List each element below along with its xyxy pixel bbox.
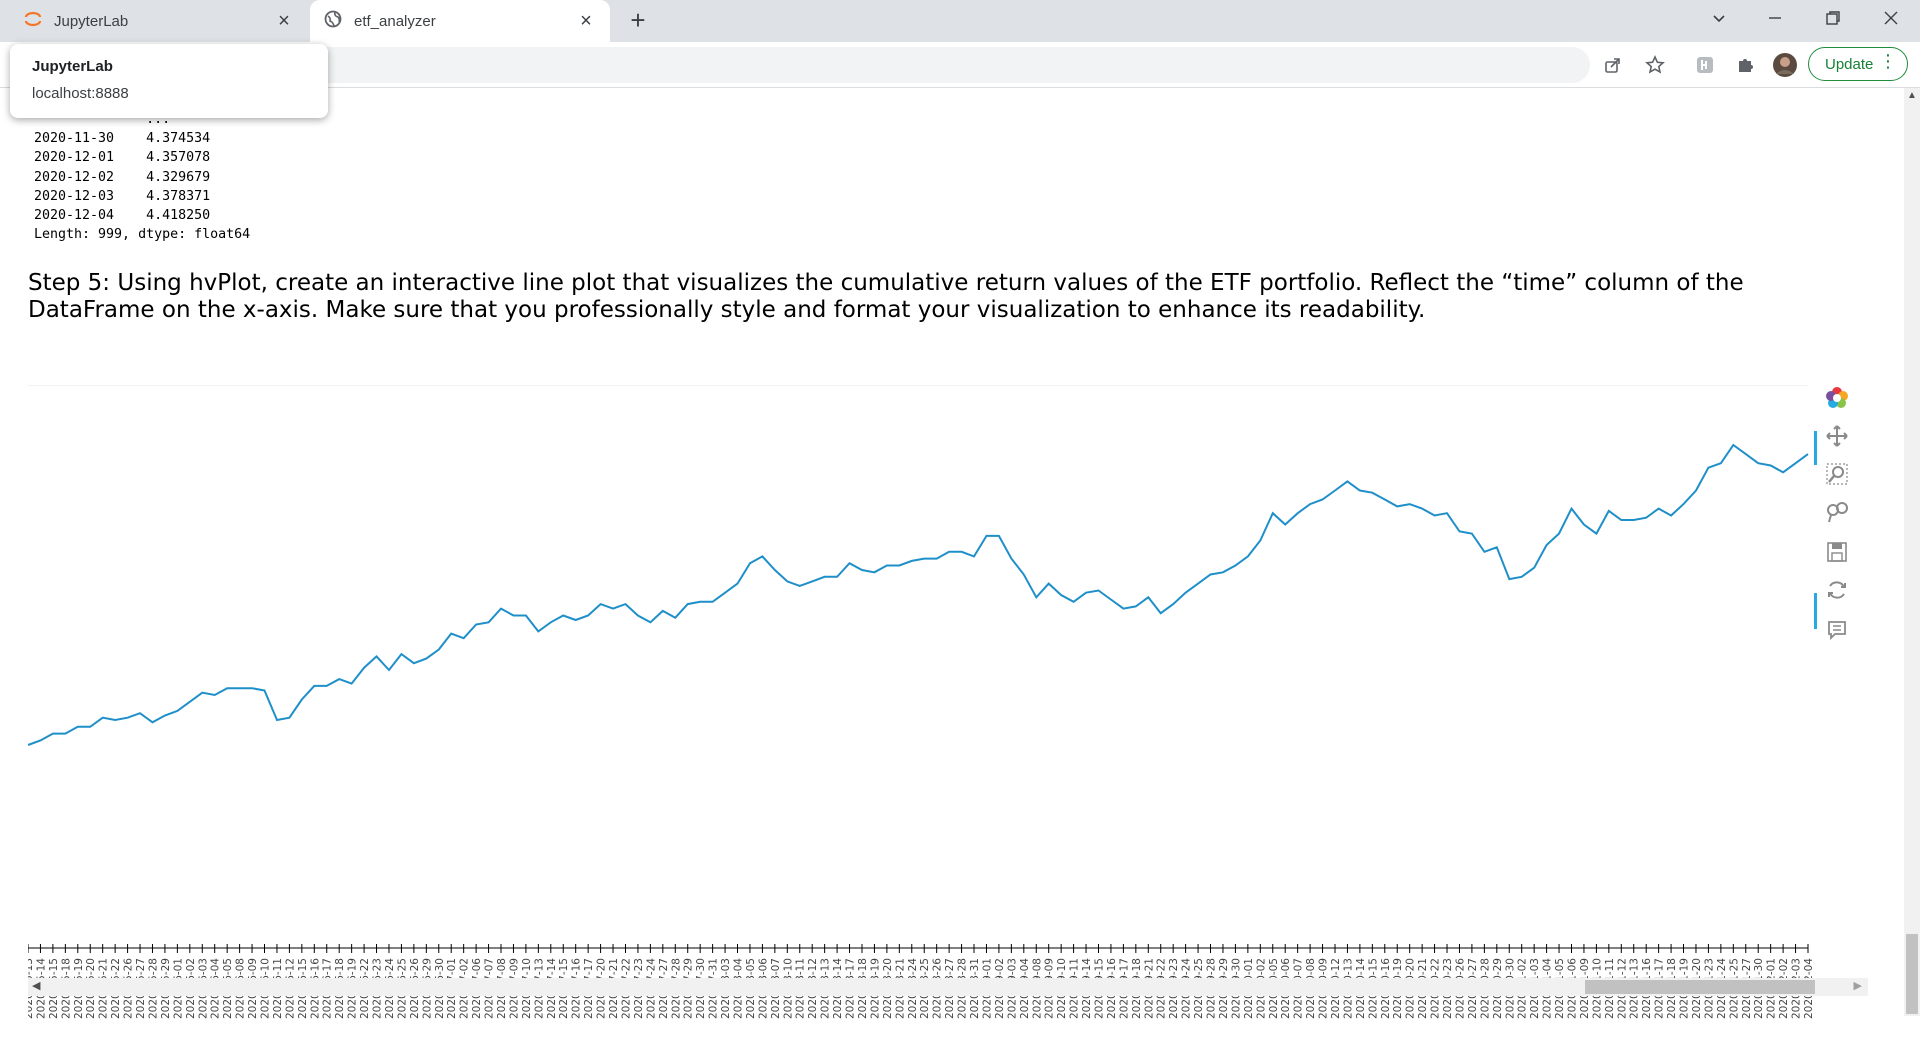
- close-window-icon[interactable]: [1876, 6, 1906, 34]
- box-zoom-icon[interactable]: [1822, 459, 1852, 489]
- restore-icon[interactable]: [1818, 6, 1848, 34]
- tooltip-url: localhost:8888: [32, 85, 129, 102]
- tab-etf-analyzer[interactable]: etf_analyzer ×: [310, 0, 610, 42]
- scroll-left-icon[interactable]: ◀: [32, 979, 40, 992]
- reset-icon[interactable]: [1822, 575, 1852, 605]
- extension-icon[interactable]: [1692, 52, 1718, 78]
- output-line: Length: 999, dtype: float64: [34, 227, 251, 243]
- output-line: 2020-11-30 4.374534: [34, 131, 211, 147]
- puzzle-extensions-icon[interactable]: [1732, 52, 1758, 78]
- vertical-scrollbar[interactable]: ▲: [1904, 88, 1920, 1016]
- close-icon[interactable]: ×: [274, 11, 294, 31]
- hvplot-line-chart[interactable]: 2020-05-132020-05-142020-05-152020-05-18…: [28, 385, 1818, 1045]
- horizontal-scrollbar[interactable]: ◀ ▶: [28, 978, 1868, 996]
- tab-jupyterlab[interactable]: JupyterLab ×: [8, 0, 308, 42]
- tab-title: JupyterLab: [54, 12, 129, 30]
- active-tool-indicator: [1814, 593, 1817, 629]
- kebab-menu-icon[interactable]: ⋮: [1879, 51, 1897, 72]
- scroll-right-icon[interactable]: ▶: [1854, 979, 1862, 992]
- tab-bar: JupyterLab × etf_analyzer × +: [0, 0, 1920, 42]
- output-line: 2020-12-01 4.357078: [34, 150, 211, 166]
- save-icon[interactable]: [1822, 537, 1852, 567]
- output-line: 2020-12-04 4.418250: [34, 208, 211, 224]
- step-heading: Step 5: Using hvPlot, create an interact…: [28, 270, 1744, 323]
- globe-icon: [324, 10, 342, 32]
- tab-title: etf_analyzer: [354, 12, 436, 30]
- tooltip-title: JupyterLab: [32, 58, 113, 75]
- address-bar[interactable]: [120, 47, 1590, 83]
- bokeh-toolbar: [1808, 381, 1864, 671]
- new-tab-button[interactable]: +: [624, 7, 652, 34]
- scrollbar-thumb[interactable]: [1585, 980, 1815, 994]
- chart-canvas[interactable]: 2020-05-132020-05-142020-05-152020-05-18…: [28, 385, 1818, 1045]
- hover-icon[interactable]: [1822, 615, 1852, 645]
- tab-hover-tooltip: JupyterLab localhost:8888: [10, 44, 328, 118]
- update-button[interactable]: Update ⋮: [1808, 47, 1908, 81]
- wheel-zoom-icon[interactable]: [1822, 497, 1852, 527]
- cell-output: ... 2020-11-30 4.374534 2020-12-01 4.35707…: [34, 110, 250, 244]
- series-line[interactable]: [28, 443, 1809, 746]
- avatar[interactable]: [1772, 52, 1798, 78]
- update-label: Update: [1825, 55, 1874, 73]
- pan-icon[interactable]: [1822, 421, 1852, 451]
- output-line: 2020-12-02 4.329679: [34, 169, 211, 185]
- jupyter-logo-icon: [24, 10, 42, 32]
- close-icon[interactable]: ×: [576, 11, 596, 31]
- active-tool-indicator: [1814, 431, 1817, 465]
- output-line: 2020-12-03 4.378371: [34, 188, 211, 204]
- tab-search-icon[interactable]: [1704, 6, 1734, 34]
- share-icon[interactable]: [1600, 52, 1626, 78]
- bookmark-star-icon[interactable]: [1642, 52, 1668, 78]
- minimize-icon[interactable]: [1760, 6, 1790, 34]
- bokeh-logo-icon[interactable]: [1822, 383, 1852, 413]
- notebook-content: ... 2020-11-30 4.374534 2020-12-01 4.35707…: [0, 88, 1920, 1019]
- scrollbar-thumb[interactable]: [1906, 934, 1918, 1014]
- scroll-up-icon[interactable]: ▲: [1907, 90, 1917, 101]
